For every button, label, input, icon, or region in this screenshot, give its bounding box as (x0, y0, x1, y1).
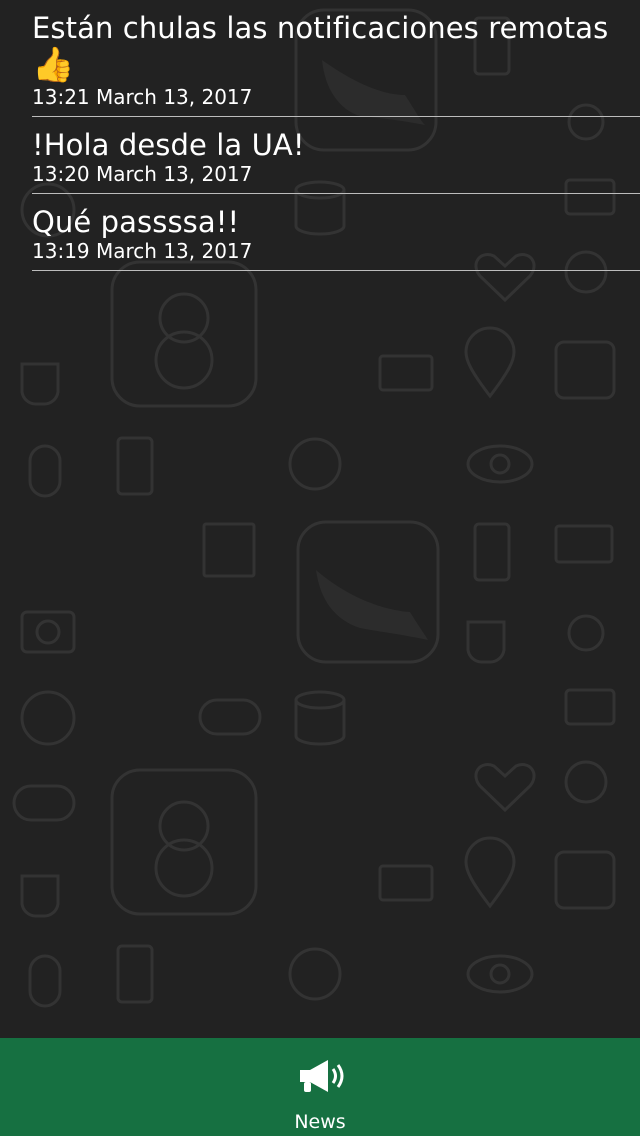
notification-row[interactable]: Qué passssa!! 13:19 March 13, 2017 (32, 194, 640, 271)
thumbs-up-icon: 👍 (32, 45, 75, 85)
notification-row[interactable]: !Hola desde la UA! 13:20 March 13, 2017 (32, 117, 640, 194)
tab-bar: News (0, 1038, 640, 1136)
notification-row[interactable]: Están chulas las notificaciones remotas … (32, 0, 640, 117)
notification-message: Están chulas las notificaciones remotas … (32, 11, 609, 85)
notification-message: Qué passssa!! (32, 205, 240, 239)
tab-label: News (294, 1111, 346, 1133)
tab-news[interactable]: News (260, 1038, 380, 1136)
notification-message: !Hola desde la UA! (32, 128, 305, 162)
notification-timestamp: 13:19 March 13, 2017 (32, 239, 253, 263)
notification-list: Están chulas las notificaciones remotas … (0, 0, 640, 271)
megaphone-icon (294, 1056, 348, 1096)
notification-timestamp: 13:20 March 13, 2017 (32, 162, 253, 186)
notification-timestamp: 13:21 March 13, 2017 (32, 85, 253, 109)
